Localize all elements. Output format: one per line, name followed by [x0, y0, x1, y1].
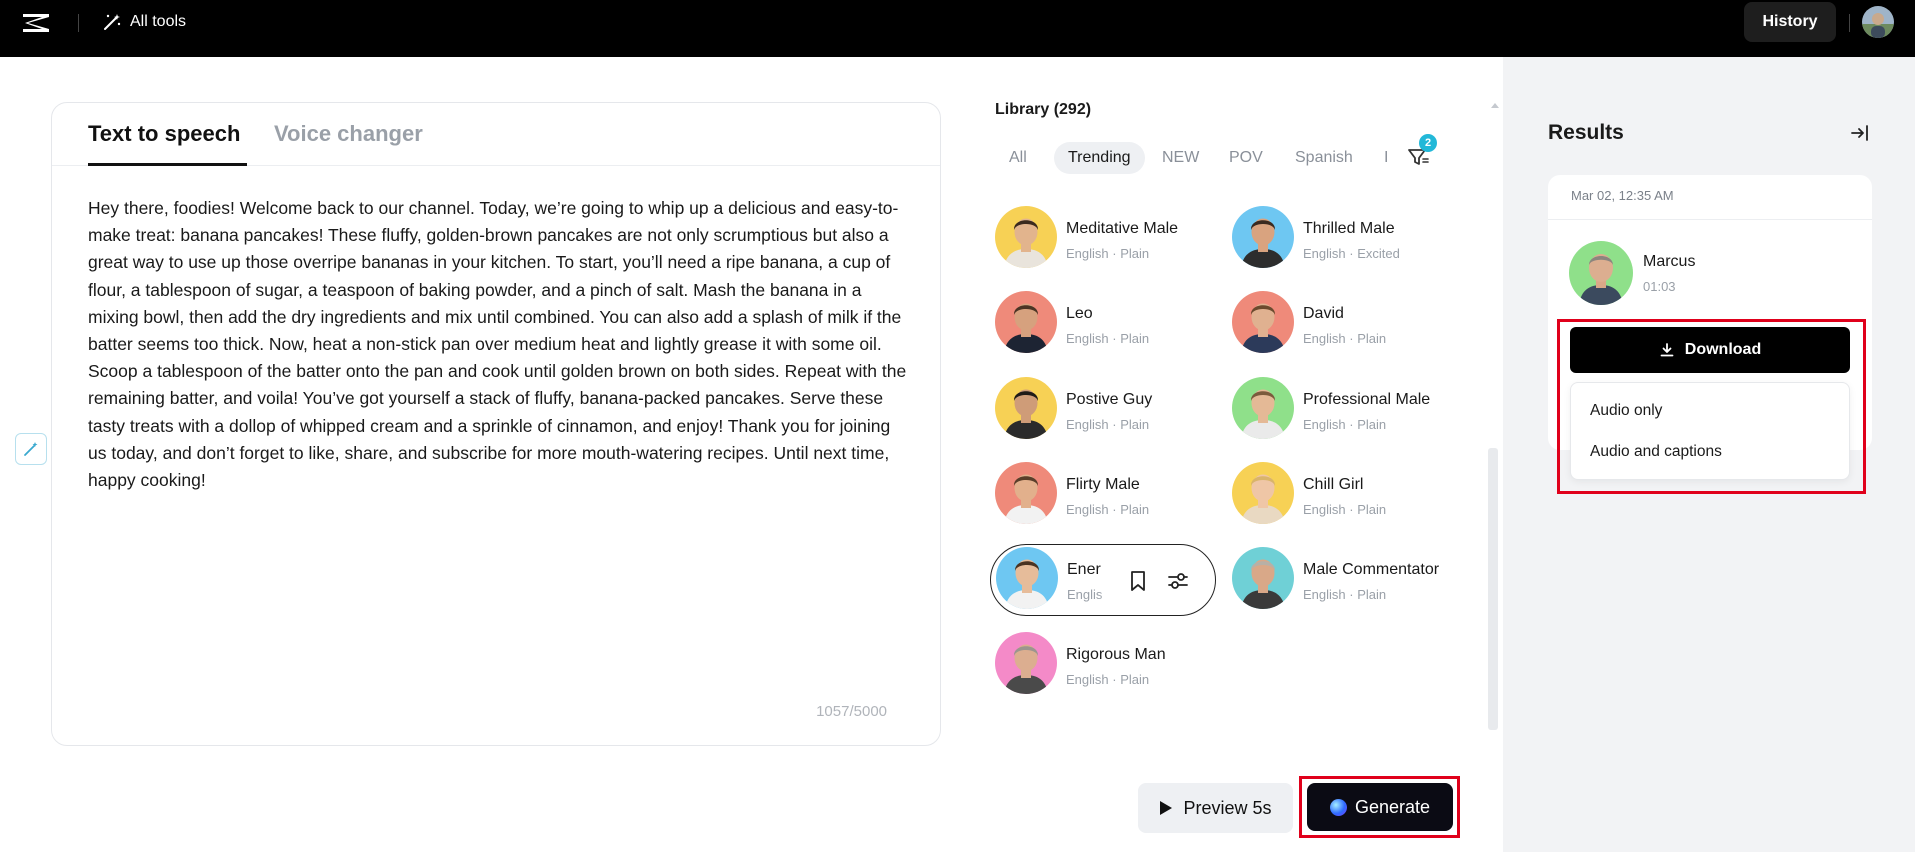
voice-avatar — [995, 206, 1057, 268]
magic-wand-icon — [104, 14, 121, 30]
download-option-audio-only[interactable]: Audio only — [1590, 402, 1662, 420]
preview-label: Preview 5s — [1183, 797, 1272, 818]
filter-count-badge: 2 — [1419, 134, 1437, 152]
download-label: Download — [1684, 341, 1762, 358]
filter-chip-more[interactable]: I — [1370, 142, 1390, 174]
voice-card[interactable]: Chill Girl English · Plain — [1232, 460, 1462, 526]
script-text-area[interactable]: Hey there, foodies! Welcome back to our … — [88, 195, 908, 494]
library-title: Library (292) — [995, 101, 1092, 118]
top-divider — [78, 14, 79, 32]
voice-card[interactable]: Meditative Male English · Plain — [995, 204, 1225, 270]
generate-orb-icon — [1329, 798, 1347, 816]
voice-avatar — [1232, 206, 1294, 268]
play-icon — [1160, 801, 1173, 815]
voice-avatar — [995, 632, 1057, 694]
generate-label: Generate — [1354, 796, 1431, 817]
result-duration: 01:03 — [1643, 279, 1676, 294]
filter-chip-pov[interactable]: POV — [1215, 142, 1277, 174]
results-title: Results — [1548, 121, 1624, 144]
voice-name: Ener — [1067, 561, 1101, 578]
library-filter-chips: All Trending NEW POV Spanish I — [995, 142, 1390, 174]
voice-name: Postive Guy — [1066, 391, 1153, 408]
voice-card[interactable]: Postive Guy English · Plain — [995, 375, 1225, 441]
download-button[interactable]: Download — [1570, 327, 1850, 373]
active-tab-indicator — [88, 163, 247, 166]
library-scrollbar[interactable] — [1488, 448, 1498, 730]
voice-avatar — [1232, 291, 1294, 353]
voice-name: Chill Girl — [1303, 476, 1364, 493]
voice-meta: English · Plain — [1066, 331, 1150, 346]
filter-chip-trending[interactable]: Trending — [1054, 142, 1145, 174]
voice-meta: English · Plain — [1303, 587, 1387, 602]
top-divider-right — [1849, 14, 1850, 32]
magic-pen-icon — [24, 442, 38, 456]
voice-meta: English · Plain — [1066, 417, 1150, 432]
voice-avatar — [995, 462, 1057, 524]
voice-avatar — [1232, 462, 1294, 524]
voice-card[interactable]: David English · Plain — [1232, 289, 1462, 355]
result-voice-name: Marcus — [1643, 253, 1696, 270]
voice-meta: English · Plain — [1303, 331, 1387, 346]
voice-meta: English · Plain — [1066, 246, 1150, 261]
bookmark-icon[interactable] — [1128, 570, 1148, 592]
top-bar: All tools History — [0, 0, 1915, 57]
collapse-panel-icon[interactable] — [1850, 124, 1870, 142]
editor-tabs: Text to speech Voice changer — [52, 103, 940, 166]
all-tools-label: All tools — [130, 13, 187, 30]
voice-card[interactable]: Rigorous Man English · Plain — [995, 630, 1225, 696]
preview-button[interactable]: Preview 5s — [1138, 783, 1293, 833]
voice-card[interactable]: Flirty Male English · Plain — [995, 460, 1225, 526]
voice-avatar — [995, 377, 1057, 439]
download-options-menu: Audio only Audio and captions — [1570, 382, 1850, 480]
voice-name: Male Commentator — [1303, 561, 1440, 578]
generate-button[interactable]: Generate — [1307, 783, 1453, 831]
voice-card[interactable]: Leo English · Plain — [995, 289, 1225, 355]
voice-avatar — [1232, 547, 1294, 609]
voice-meta: English · Excited — [1303, 246, 1400, 261]
voice-avatar — [996, 547, 1058, 609]
voice-card[interactable]: Professional Male English · Plain — [1232, 375, 1462, 441]
all-tools-button[interactable]: All tools — [102, 10, 186, 34]
voice-meta: English · Plain — [1066, 672, 1150, 687]
voice-name: Flirty Male — [1066, 476, 1140, 493]
voice-card[interactable]: Thrilled Male English · Excited — [1232, 204, 1462, 270]
voice-meta: English · Plain — [1066, 502, 1150, 517]
voice-avatar — [1232, 377, 1294, 439]
voice-card[interactable]: Male Commentator English · Plain — [1232, 545, 1462, 611]
user-avatar[interactable] — [1862, 6, 1894, 38]
tab-voice-changer[interactable]: Voice changer — [274, 121, 423, 147]
voice-name: Meditative Male — [1066, 220, 1179, 237]
filter-chip-new[interactable]: NEW — [1148, 142, 1213, 174]
text-editor-card: Text to speech Voice changer Hey there, … — [51, 102, 941, 746]
voice-name: Leo — [1066, 305, 1093, 322]
result-date: Mar 02, 12:35 AM — [1571, 188, 1674, 203]
voice-meta: English · Plain — [1303, 502, 1387, 517]
tab-text-to-speech[interactable]: Text to speech — [88, 121, 240, 147]
voice-name: David — [1303, 305, 1344, 322]
voice-name: Thrilled Male — [1303, 220, 1395, 237]
capcut-logo[interactable] — [20, 10, 52, 36]
voice-settings-sliders-icon[interactable] — [1166, 570, 1190, 592]
selected-voice-fade — [1098, 552, 1128, 608]
history-button[interactable]: History — [1744, 2, 1836, 42]
character-count: 1057/5000 — [816, 703, 887, 720]
voice-avatar — [995, 291, 1057, 353]
result-divider — [1548, 219, 1872, 220]
voice-name: Professional Male — [1303, 391, 1431, 408]
voice-name: Rigorous Man — [1066, 646, 1166, 663]
voice-meta: English · Plain — [1303, 417, 1387, 432]
filter-chip-all[interactable]: All — [995, 142, 1041, 174]
download-icon — [1660, 343, 1674, 357]
side-magic-button[interactable] — [15, 433, 47, 465]
scroll-up-arrow-icon[interactable] — [1491, 103, 1499, 108]
download-option-audio-and-captions[interactable]: Audio and captions — [1590, 443, 1722, 461]
filter-chip-spanish[interactable]: Spanish — [1281, 142, 1367, 174]
marcus-avatar — [1569, 241, 1633, 305]
